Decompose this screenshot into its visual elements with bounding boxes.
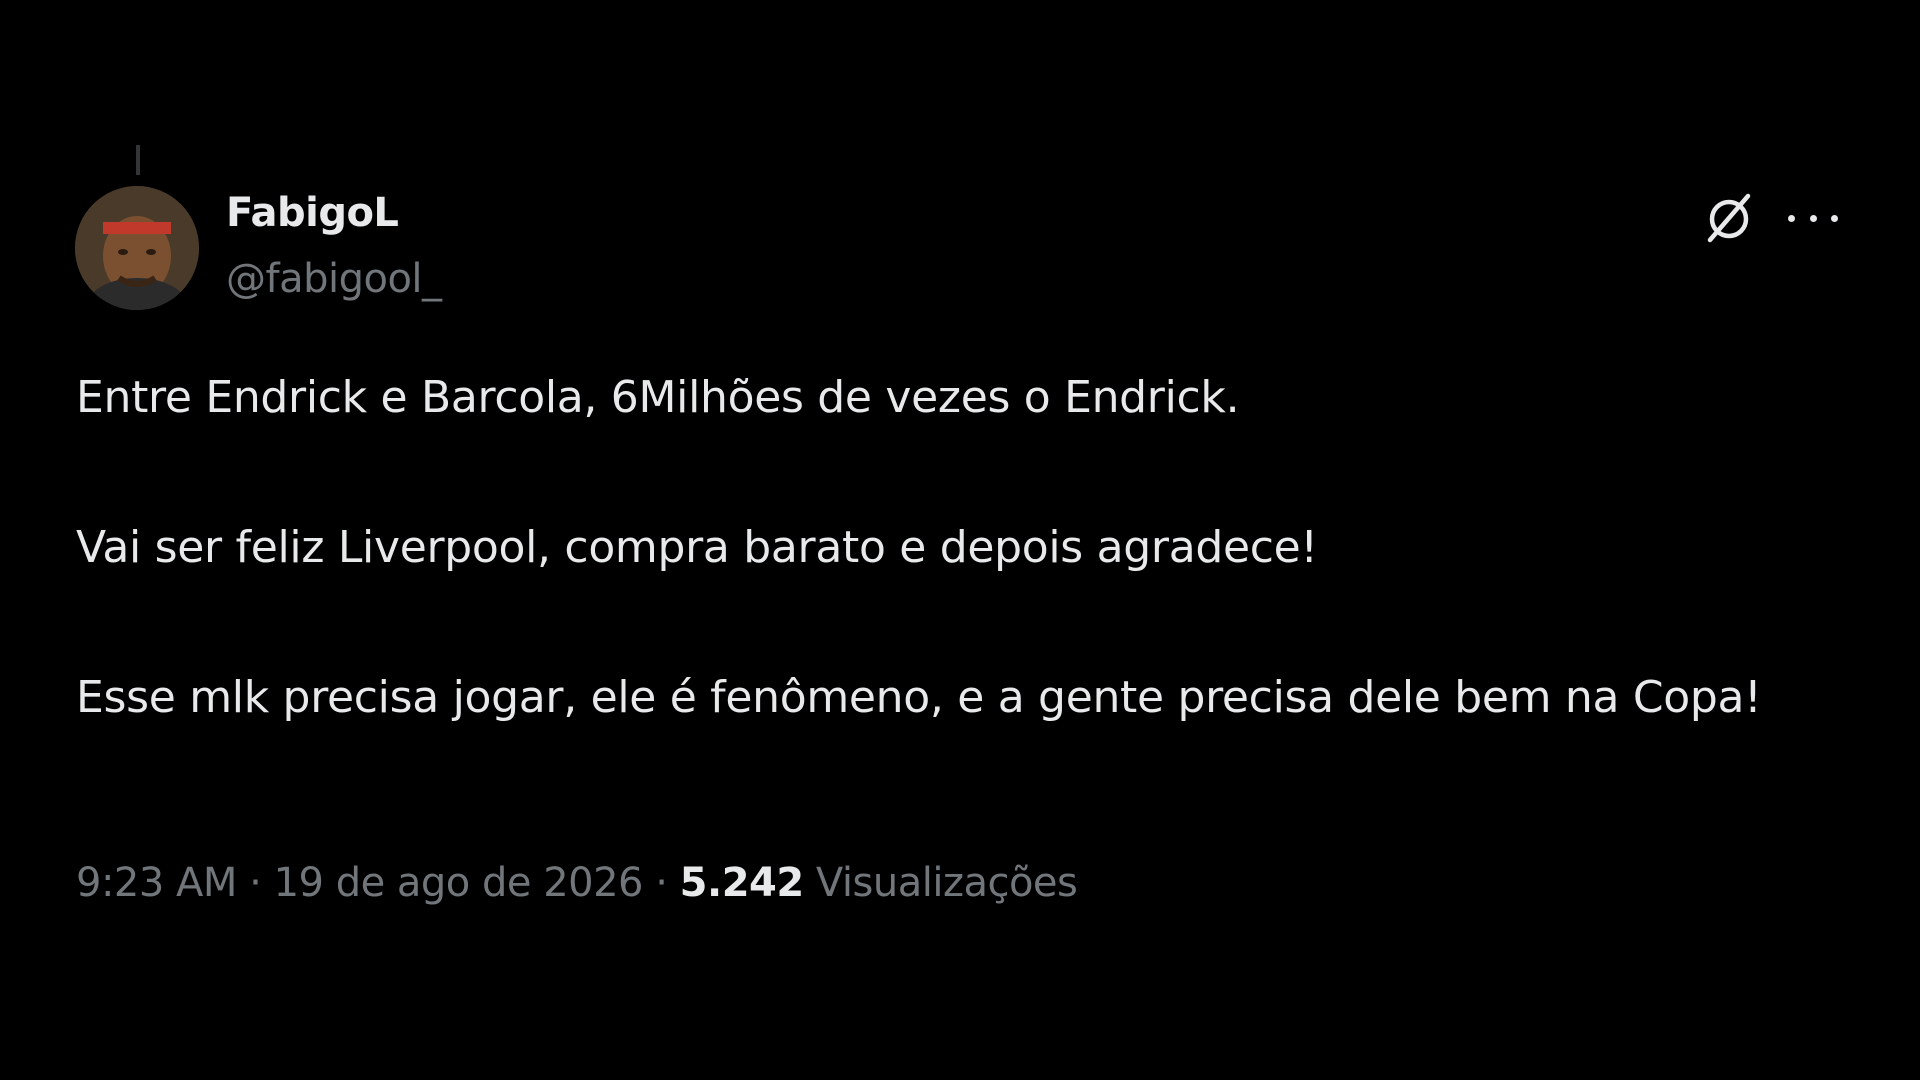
views-label: Visualizações bbox=[815, 860, 1078, 906]
views-count: 5.242 bbox=[679, 860, 805, 906]
author-display-name[interactable]: FabigoL bbox=[226, 188, 399, 238]
more-dot bbox=[1809, 214, 1817, 222]
meta-separator: · bbox=[655, 860, 668, 906]
avatar-image bbox=[75, 186, 199, 310]
tweet-text: Entre Endrick e Barcola, 6Milhões de vez… bbox=[76, 360, 1796, 736]
tweet-paragraph: Vai ser feliz Liverpool, compra barato e… bbox=[76, 522, 1318, 573]
more-dot bbox=[1831, 214, 1838, 222]
tweet-paragraph: Esse mlk precisa jogar, ele é fenômeno, … bbox=[76, 672, 1762, 723]
more-options-icon[interactable] bbox=[1788, 198, 1838, 238]
thread-connector-line bbox=[136, 145, 140, 175]
tweet-date[interactable]: 19 de ago de 2026 bbox=[274, 860, 644, 906]
more-dot bbox=[1788, 214, 1795, 222]
tweet-metadata: 9:23 AM · 19 de ago de 2026 · 5.242 Visu… bbox=[76, 858, 1078, 908]
grok-icon[interactable] bbox=[1702, 190, 1756, 244]
tweet-time[interactable]: 9:23 AM bbox=[76, 860, 237, 906]
avatar[interactable] bbox=[75, 186, 199, 310]
author-handle[interactable]: @fabigool_ bbox=[226, 254, 442, 304]
meta-separator: · bbox=[249, 860, 262, 906]
tweet-paragraph: Entre Endrick e Barcola, 6Milhões de vez… bbox=[76, 372, 1240, 423]
